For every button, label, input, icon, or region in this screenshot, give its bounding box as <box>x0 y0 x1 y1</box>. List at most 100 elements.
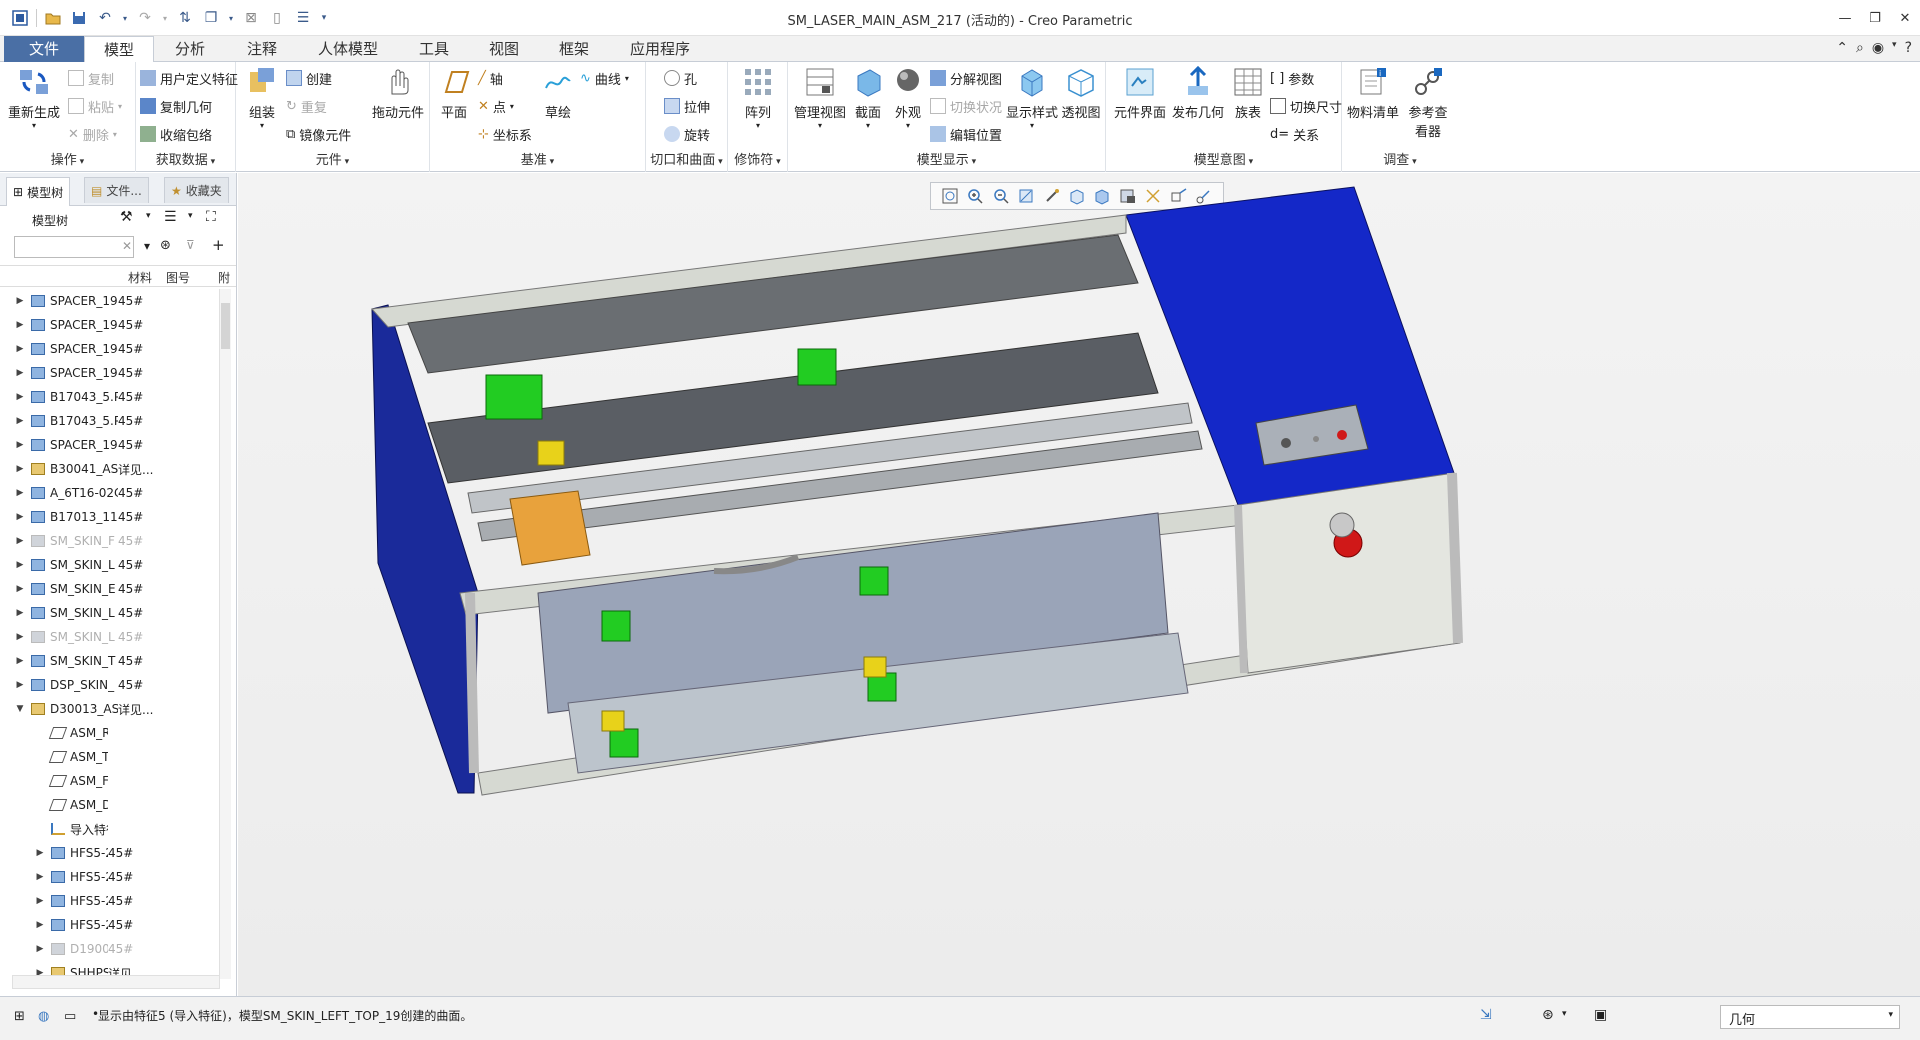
find-dropdown-icon[interactable]: ▾ <box>1562 1009 1567 1019</box>
tree-row[interactable]: ▶ SPACER_19 45# <box>0 361 220 385</box>
expand-arrow-icon[interactable]: ▶ <box>14 536 26 546</box>
expand-arrow-icon[interactable]: ▶ <box>14 680 26 690</box>
tab-manikin[interactable]: 人体模型 <box>308 36 388 62</box>
tree-row[interactable]: ▶ SPACER_19 45# <box>0 433 220 457</box>
add-column-icon[interactable]: + <box>212 236 225 254</box>
column-attach[interactable]: 附 <box>218 269 230 286</box>
expand-arrow-icon[interactable]: ▶ <box>14 440 26 450</box>
tree-row[interactable]: ASM_TC <box>0 745 220 769</box>
delete-button[interactable]: ✕ 删除 ▾ <box>68 124 117 144</box>
assemble-button[interactable]: 组装 ▾ <box>244 66 280 130</box>
assembly-model[interactable] <box>238 173 1920 996</box>
select-box-icon[interactable]: ▣ <box>1594 1007 1607 1023</box>
csys-button[interactable]: ⊹ 坐标系 <box>478 124 532 144</box>
collapse-arrow-icon[interactable]: ▼ <box>14 704 26 714</box>
tree-row[interactable]: ▶ B17043_5.P 45# <box>0 409 220 433</box>
tree-row[interactable]: ▶ HFS5-2(45# <box>0 889 220 913</box>
tree-row[interactable]: ▶ SM_SKIN_L 45# <box>0 553 220 577</box>
tree-row[interactable]: 导入特征 <box>0 817 220 841</box>
tree-row[interactable]: ASM_RI <box>0 721 220 745</box>
tab-model[interactable]: 模型 <box>84 36 154 63</box>
tree-row[interactable]: ▶ SPACER_19 45# <box>0 289 220 313</box>
expand-arrow-icon[interactable]: ▶ <box>34 848 46 858</box>
expand-arrow-icon[interactable]: ▶ <box>14 584 26 594</box>
expand-arrow-icon[interactable]: ▶ <box>14 560 26 570</box>
expand-arrow-icon[interactable]: ▶ <box>34 944 46 954</box>
paste-button[interactable]: 粘贴 ▾ <box>68 96 122 116</box>
component-interface-button[interactable]: 元件界面 <box>1112 66 1168 121</box>
tree-row[interactable]: ▶ SM_SKIN_T 45# <box>0 649 220 673</box>
plane-button[interactable]: 平面 <box>436 66 472 121</box>
tree-row[interactable]: ▶ HFS5-2(45# <box>0 913 220 937</box>
find-status-icon[interactable]: ⊛ <box>1542 1007 1554 1023</box>
expand-arrow-icon[interactable]: ▶ <box>14 368 26 378</box>
expand-arrow-icon[interactable]: ▶ <box>14 608 26 618</box>
help-center-icon[interactable]: ◉ <box>1872 40 1884 56</box>
perspective-button[interactable]: 透视图 <box>1058 66 1104 121</box>
tree-row[interactable]: ▶ A_6T16-02C 45# <box>0 481 220 505</box>
tree-row[interactable]: ▶ DSP_SKIN_ 45# <box>0 673 220 697</box>
tab-applications[interactable]: 应用程序 <box>620 36 700 62</box>
tab-file[interactable]: 文件 <box>4 36 84 62</box>
tab-annotate[interactable]: 注释 <box>232 36 292 62</box>
tree-row[interactable]: ▶ SM_SKIN_L 45# <box>0 601 220 625</box>
group-datum-label[interactable]: 基准 <box>430 149 645 168</box>
tree-settings-icon[interactable]: ⚒ <box>120 209 133 225</box>
expand-arrow-icon[interactable]: ▶ <box>14 296 26 306</box>
tab-file-browser[interactable]: ▤ 文件... <box>84 177 149 203</box>
group-investigate-label[interactable]: 调查 <box>1342 149 1458 168</box>
tree-row[interactable]: ▶ SPACER_19 45# <box>0 337 220 361</box>
clear-search-icon[interactable]: ✕ <box>122 239 132 253</box>
tree-search-dropdown-icon[interactable]: ▾ <box>144 239 150 253</box>
create-button[interactable]: 创建 <box>286 68 332 88</box>
group-get-data-label[interactable]: 获取数据 <box>136 149 235 168</box>
expand-arrow-icon[interactable]: ▶ <box>14 392 26 402</box>
tree-filter-icon[interactable]: ⛶ <box>206 209 216 225</box>
sketch-button[interactable]: 草绘 <box>540 66 576 121</box>
tree-search-input[interactable] <box>14 236 134 258</box>
expand-arrow-icon[interactable]: ▶ <box>14 512 26 522</box>
regen-status-icon[interactable]: ⇲ <box>1480 1007 1492 1023</box>
toggle-status-button[interactable]: 切换状况 <box>930 96 1002 116</box>
regenerate-button[interactable]: 重新生成 ▾ <box>6 66 62 130</box>
tab-model-tree[interactable]: ⊞ 模型树 <box>6 177 71 206</box>
pattern-button[interactable]: 阵列 ▾ <box>740 66 776 130</box>
find-icon[interactable]: ⊛ <box>160 238 171 253</box>
minimize-icon[interactable]: — <box>1830 0 1860 36</box>
maximize-icon[interactable]: ❐ <box>1860 0 1890 36</box>
tree-show-icon[interactable]: ☰ <box>164 209 177 225</box>
group-model-display-label[interactable]: 模型显示 <box>788 149 1105 168</box>
expand-arrow-icon[interactable]: ▶ <box>14 656 26 666</box>
bom-button[interactable]: i 物料清单 <box>1346 66 1400 121</box>
expand-arrow-icon[interactable]: ▶ <box>34 896 46 906</box>
nav-toggle-icon[interactable]: ⊞ <box>14 1009 25 1024</box>
tab-analysis[interactable]: 分析 <box>160 36 220 62</box>
group-operations-label[interactable]: 操作 <box>0 149 135 168</box>
tree-row[interactable]: ▶ B17013_11. 45# <box>0 505 220 529</box>
expand-arrow-icon[interactable]: ▶ <box>34 920 46 930</box>
edit-position-button[interactable]: 编辑位置 <box>930 124 1002 144</box>
point-button[interactable]: ✕ 点 ▾ <box>478 96 514 116</box>
display-style-button[interactable]: 显示样式 ▾ <box>1004 66 1060 130</box>
curve-button[interactable]: ∿ 曲线 ▾ <box>580 68 629 88</box>
tree-row[interactable]: ▶ SM_SKIN_E 45# <box>0 577 220 601</box>
tree-row[interactable]: ▶ B30041_AS 详见... <box>0 457 220 481</box>
tree-horizontal-scrollbar[interactable] <box>12 975 220 989</box>
browser-toggle-icon[interactable]: ◍ <box>38 1009 49 1024</box>
drag-component-button[interactable]: 拖动元件 <box>370 66 426 121</box>
help-icon[interactable]: ? <box>1905 40 1912 56</box>
revolve-button[interactable]: 旋转 <box>664 124 710 144</box>
search-icon[interactable]: ⌕ <box>1856 40 1864 56</box>
tree-row[interactable]: ▶ HFS5-2(45# <box>0 865 220 889</box>
selection-filter-select[interactable]: 几何 ▾ <box>1720 1005 1900 1029</box>
column-drawing-no[interactable]: 图号 <box>166 269 190 286</box>
copy-button[interactable]: 复制 <box>68 68 114 88</box>
family-table-button[interactable]: 族表 <box>1228 66 1268 121</box>
tree-row[interactable]: ▶ D1900745# <box>0 937 220 961</box>
tree-row[interactable]: ▼ D30013_AS 详见... <box>0 697 220 721</box>
mirror-component-button[interactable]: ⧉ 镜像元件 <box>286 124 351 144</box>
fullscreen-icon[interactable]: ▭ <box>64 1009 76 1024</box>
collapse-ribbon-icon[interactable]: ⌃ <box>1836 40 1848 56</box>
expand-arrow-icon[interactable]: ▶ <box>14 464 26 474</box>
expand-arrow-icon[interactable]: ▶ <box>14 344 26 354</box>
